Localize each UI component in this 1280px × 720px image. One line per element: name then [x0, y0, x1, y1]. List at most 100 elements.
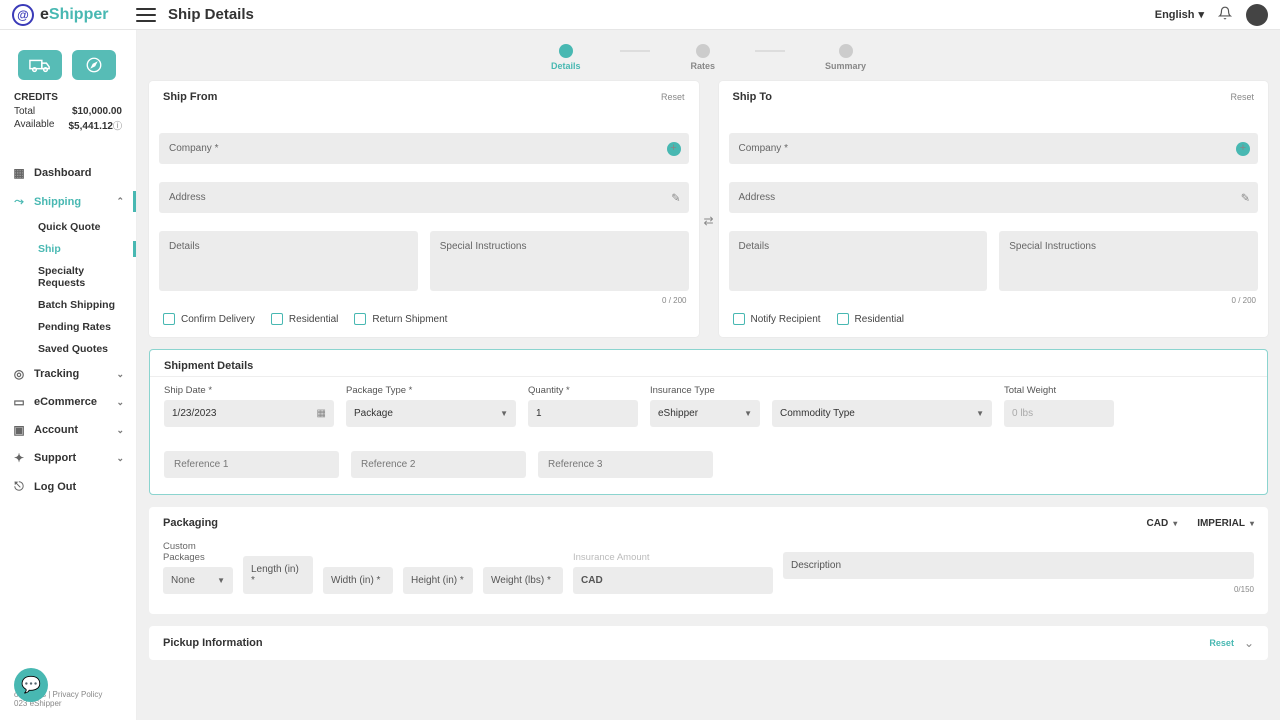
pickup-reset[interactable]: Reset [1209, 638, 1234, 648]
page-title: Ship Details [168, 6, 254, 23]
step-rates[interactable]: Rates [690, 44, 715, 71]
tracking-icon: ◎ [12, 367, 26, 381]
chevron-down-icon: ▼ [217, 576, 225, 585]
package-type-select[interactable]: Package▼ [346, 400, 516, 427]
description-counter: 0/150 [783, 585, 1254, 594]
width-input[interactable]: Width (in) * [323, 567, 393, 594]
dashboard-icon: ▦ [12, 166, 26, 180]
residential-from-checkbox[interactable]: Residential [271, 313, 338, 325]
stepper: Details Rates Summary [149, 44, 1268, 71]
chat-icon[interactable]: 💬 [14, 668, 48, 702]
chevron-down-icon: ⌄ [116, 397, 124, 408]
height-input[interactable]: Height (in) * [403, 567, 473, 594]
ship-to-title: Ship To [733, 91, 773, 103]
support-icon: ✦ [12, 451, 26, 465]
weight-input[interactable]: Weight (lbs) * [483, 567, 563, 594]
packaging-title: Packaging [163, 517, 218, 529]
ship-from-details-input[interactable]: Details [159, 231, 418, 291]
account-icon: ▣ [12, 423, 26, 437]
logout-icon: ⎋ [12, 479, 26, 494]
confirm-delivery-checkbox[interactable]: Confirm Delivery [163, 313, 255, 325]
ship-date-input[interactable]: 1/23/2023▦ [164, 400, 334, 427]
step-details[interactable]: Details [551, 44, 581, 71]
pickup-title: Pickup Information [163, 637, 263, 649]
edit-icon[interactable]: ✎ [671, 191, 680, 204]
subnav-saved[interactable]: Saved Quotes [0, 338, 136, 360]
custom-packages-select[interactable]: None▼ [163, 567, 233, 594]
char-counter: 0 / 200 [662, 296, 686, 305]
credits-total-label: Total [14, 106, 35, 117]
chevron-down-icon[interactable]: ⌄ [1244, 636, 1254, 650]
credits-total-value: $10,000.00 [72, 106, 122, 117]
char-counter: 0 / 200 [1232, 296, 1256, 305]
reference-3-input[interactable]: Reference 3 [538, 451, 713, 478]
chevron-down-icon: ▾ [1250, 519, 1254, 528]
subnav-pending[interactable]: Pending Rates [0, 316, 136, 338]
quantity-input[interactable]: 1 [528, 400, 638, 427]
brand-logo-icon: @ [12, 4, 34, 26]
nav-tracking[interactable]: ◎Tracking⌄ [0, 360, 136, 388]
description-input[interactable]: Description [783, 552, 1254, 579]
ship-date-label: Ship Date * [164, 385, 334, 396]
menu-toggle-icon[interactable] [136, 8, 156, 22]
add-icon[interactable]: + [667, 142, 681, 156]
length-input[interactable]: Length (in) * [243, 556, 313, 594]
ship-from-special-input[interactable]: Special Instructions0 / 200 [430, 231, 689, 291]
ship-to-address-input[interactable]: Address✎ [729, 182, 1259, 213]
nav-account[interactable]: ▣Account⌄ [0, 416, 136, 444]
subnav-quick-quote[interactable]: Quick Quote [0, 216, 136, 238]
nav-shipping[interactable]: ⤳Shipping⌃ [0, 187, 136, 216]
chevron-down-icon: ▾ [1198, 8, 1204, 21]
ship-from-panel: Ship From Reset Company *+ Address✎ Deta… [149, 81, 699, 337]
nav-support[interactable]: ✦Support⌄ [0, 444, 136, 472]
ship-from-reset[interactable]: Reset [661, 92, 685, 102]
insurance-amount-input[interactable]: CAD [573, 567, 773, 594]
currency-toggle[interactable]: CAD▾ [1147, 518, 1178, 529]
info-icon: ⓘ [113, 121, 122, 131]
chevron-up-icon: ⌃ [116, 196, 124, 207]
chevron-down-icon: ⌄ [116, 369, 124, 380]
nav-logout[interactable]: ⎋Log Out [0, 472, 136, 501]
reference-2-input[interactable]: Reference 2 [351, 451, 526, 478]
subnav-ship[interactable]: Ship [0, 238, 136, 260]
commodity-type-select[interactable]: Commodity Type▼ [772, 400, 992, 427]
chevron-down-icon: ▼ [744, 409, 752, 418]
truck-icon[interactable] [18, 50, 62, 80]
ship-to-company-input[interactable]: Company *+ [729, 133, 1259, 164]
quantity-label: Quantity * [528, 385, 638, 396]
credits-available-value: $5,441.12ⓘ [68, 119, 122, 132]
compass-icon[interactable] [72, 50, 116, 80]
ecommerce-icon: ▭ [12, 395, 26, 409]
subnav-specialty[interactable]: Specialty Requests [0, 260, 136, 294]
ship-from-company-input[interactable]: Company *+ [159, 133, 689, 164]
chevron-down-icon: ▼ [500, 409, 508, 418]
notifications-icon[interactable] [1218, 6, 1232, 23]
ship-to-details-input[interactable]: Details [729, 231, 988, 291]
ship-from-address-input[interactable]: Address✎ [159, 182, 689, 213]
nav-ecommerce[interactable]: ▭eCommerce⌄ [0, 388, 136, 416]
reference-1-input[interactable]: Reference 1 [164, 451, 339, 478]
package-type-label: Package Type * [346, 385, 516, 396]
add-icon[interactable]: + [1236, 142, 1250, 156]
shipment-details-panel: Shipment Details Ship Date * 1/23/2023▦ … [149, 349, 1268, 495]
avatar[interactable] [1246, 4, 1268, 26]
notify-recipient-checkbox[interactable]: Notify Recipient [733, 313, 821, 325]
nav-dashboard[interactable]: ▦Dashboard [0, 159, 136, 187]
unit-toggle[interactable]: IMPERIAL▾ [1197, 518, 1254, 529]
step-summary[interactable]: Summary [825, 44, 866, 71]
ship-to-reset[interactable]: Reset [1230, 92, 1254, 102]
swap-icon[interactable]: ⇄ [699, 211, 719, 231]
language-selector[interactable]: English▾ [1155, 8, 1204, 21]
total-weight-label: Total Weight [1004, 385, 1114, 396]
chevron-down-icon: ⌄ [116, 425, 124, 436]
credits-available-label: Available [14, 119, 54, 132]
insurance-type-select[interactable]: eShipper▼ [650, 400, 760, 427]
insurance-amount-label: Insurance Amount [573, 552, 773, 563]
ship-to-special-input[interactable]: Special Instructions0 / 200 [999, 231, 1258, 291]
chevron-down-icon: ▼ [976, 409, 984, 418]
residential-to-checkbox[interactable]: Residential [837, 313, 904, 325]
ship-to-panel: Ship To Reset Company *+ Address✎ Detail… [719, 81, 1269, 337]
subnav-batch[interactable]: Batch Shipping [0, 294, 136, 316]
edit-icon[interactable]: ✎ [1241, 191, 1250, 204]
return-shipment-checkbox[interactable]: Return Shipment [354, 313, 447, 325]
